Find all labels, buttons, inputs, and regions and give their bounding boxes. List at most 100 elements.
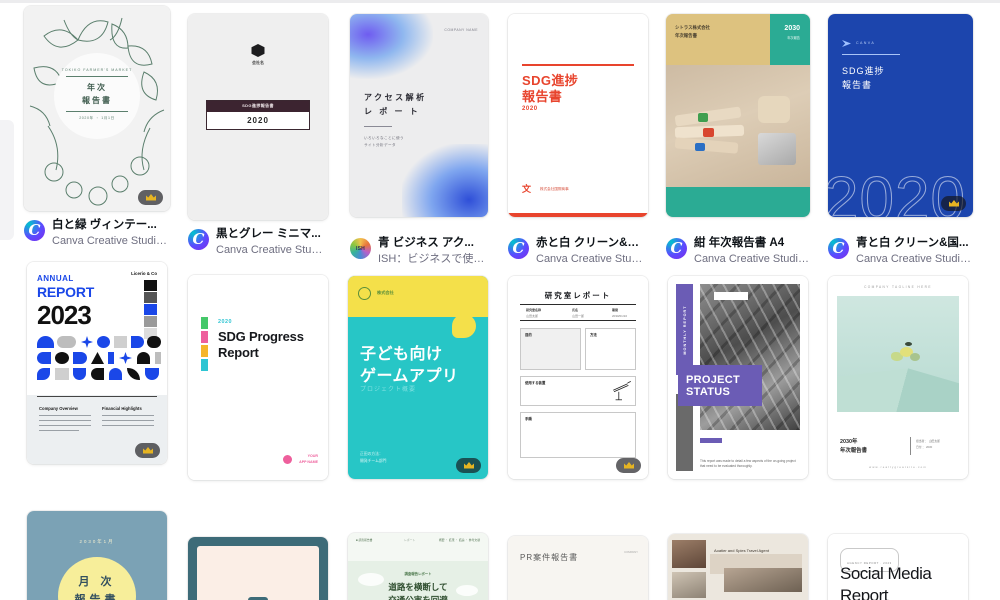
pro-crown-badge [941, 196, 966, 211]
template-thumbnail[interactable]: 株式会社 子ども向け ゲームアプリ プロジェクト概要 正田の方法： 開発チーム部… [348, 276, 488, 479]
art-line2: 年次報告書 [675, 33, 697, 38]
template-thumbnail[interactable]: SDG進捗 報告書 2020 文 株式会社国際商事 [508, 14, 648, 217]
card-author[interactable]: Canva Creative Studio... [216, 243, 328, 258]
art-logo: 株式会社 [377, 290, 394, 295]
author-avatar[interactable] [188, 229, 209, 250]
art-meta-value: 山田一郎 [572, 314, 585, 318]
art-col1: Company Overview [39, 406, 78, 411]
template-thumbnail[interactable] [188, 537, 328, 600]
art-rule-top [66, 76, 128, 77]
art-box: 目的 [520, 328, 581, 370]
pencil-tip [697, 113, 708, 122]
art-side-label: MONTHLY REPORT [682, 305, 687, 355]
art-year: 2020 [218, 319, 232, 325]
art-meta-value: 山田太郎 [526, 314, 539, 318]
card-title[interactable]: 白と緑 ヴィンテー... [52, 218, 170, 233]
author-avatar[interactable] [666, 238, 687, 259]
art-sub1: いろいろなことに使う [364, 136, 404, 140]
card-author[interactable]: Canva Creative Studio... [536, 252, 648, 267]
art-line1: 子ども向け [360, 346, 443, 363]
logo-hex-icon [251, 44, 265, 57]
template-thumbnail[interactable]: AGENCY REPORT · 2023 Social Media Report [828, 534, 968, 600]
card-meta[interactable]: 赤と白 クリーン&国... Canva Creative Studio... [508, 236, 648, 267]
card-meta[interactable]: 青と白 クリーン&国... Canva Creative Studio... [828, 236, 973, 267]
swatch [201, 345, 208, 357]
thumb-art-sdg-progress: 2020 SDG Progress Report YOUR APP NAME [188, 275, 328, 480]
card-author[interactable]: Canva Creative Studio... [52, 234, 170, 249]
art-line2: Report [840, 586, 889, 600]
art-cloud [456, 585, 478, 596]
art-accent-bar [700, 438, 722, 444]
art-sub2: サイト分析データ [364, 143, 396, 147]
art-side-band: MONTHLY REPORT [676, 284, 693, 376]
art-box: SDG進捗報告書 2020 [206, 100, 310, 130]
author-avatar[interactable] [508, 238, 529, 259]
art-line2: 報告書 [74, 594, 120, 600]
card-title[interactable]: 紺 年次報告書 A4 [694, 236, 810, 251]
art-year: 2023 [37, 300, 92, 330]
logo-circle-icon [358, 287, 371, 300]
art-photo [724, 568, 802, 592]
thumb-art-vintage-floral: TOKIKO FARMER'S MARKET 年次 報告書 2020年 ・ 1月… [24, 6, 170, 211]
template-thumbnail[interactable]: MONTHLY REPORT PROJECT STATUS This repor… [668, 276, 808, 479]
card-title[interactable]: 赤と白 クリーン&国... [536, 236, 648, 251]
swatch [144, 292, 157, 303]
art-footer1: YOUR [307, 454, 318, 458]
art-body: This report was made to detail a few asp… [700, 459, 796, 468]
author-avatar[interactable] [828, 238, 849, 259]
pro-crown-badge [456, 458, 481, 473]
swatch [201, 331, 208, 343]
swatch [144, 280, 157, 291]
swatch [144, 304, 157, 315]
art-line2: レ ポ ー ト [364, 107, 421, 116]
card-meta[interactable]: 黒とグレー ミニマ... Canva Creative Studio... [188, 227, 328, 258]
thumb-art-peach-device [188, 537, 328, 600]
card-meta[interactable]: 青 ビジネス アク... ISH：ビジネスで使える... [350, 236, 488, 267]
art-box-header: SDG進捗報告書 [207, 101, 309, 112]
swatch [201, 317, 208, 329]
template-thumbnail[interactable]: 2030年1月 月 次 報告書 [27, 511, 167, 600]
art-meta-value: 2030/01/10 [612, 314, 628, 318]
art-title: 研究室レポート [544, 291, 612, 300]
art-bottom-band [666, 186, 810, 217]
template-thumbnail[interactable]: PR案件報告書 COMPANY [508, 536, 648, 600]
card-title[interactable]: 青と白 クリーン&国... [856, 236, 973, 251]
art-meta-label: 氏名 [572, 308, 579, 312]
author-avatar[interactable] [350, 238, 371, 259]
swatch [201, 359, 208, 371]
thumb-art-lab-report: 研究室レポート 研究室名称 山田太郎 氏名 山田一郎 期間 2030/01/10… [508, 276, 648, 479]
art-cloud [358, 573, 384, 586]
template-thumbnail[interactable]: COMPANY TAGLINE HERE 2030年 年次報告書 担当者 ： 山… [828, 276, 968, 479]
card-author[interactable]: ISH：ビジネスで使える... [378, 252, 488, 267]
swatch [144, 316, 157, 327]
card-author[interactable]: Canva Creative Studio... [856, 252, 973, 267]
art-line1: シトラス株式会社 [675, 25, 711, 30]
thumb-art-red-sdg: SDG進捗 報告書 2020 文 株式会社国際商事 [508, 14, 648, 217]
art-line2: 交通公害を回避 [388, 595, 448, 600]
template-thumbnail[interactable]: TOKIKO FARMER'S MARKET 年次 報告書 2020年 ・ 1月… [24, 6, 170, 211]
template-thumbnail[interactable]: Licerio & Co ANNUAL REPORT 2023 Company … [27, 262, 167, 464]
card-title[interactable]: 青 ビジネス アク... [378, 236, 488, 251]
art-band-text: SDG進捗報告書 [242, 103, 274, 108]
art-year: 2020 [247, 116, 269, 125]
card-meta[interactable]: 白と緑 ヴィンテー... Canva Creative Studio... [24, 218, 170, 249]
card-title[interactable]: 黒とグレー ミニマ... [216, 227, 328, 242]
art-line1: SDG進捗 [842, 66, 885, 76]
art-kicker: ANNUAL [37, 274, 74, 283]
art-rule-top [522, 64, 634, 66]
template-thumbnail[interactable]: 2020 CANVA SDG進捗 報告書 [828, 14, 973, 217]
crown-icon [623, 462, 634, 469]
template-thumbnail[interactable]: シトラス株式会社 年次報告書 2030 年次報告 [666, 14, 810, 217]
card-author[interactable]: Canva Creative Studio... [694, 252, 810, 267]
template-thumbnail[interactable]: ■ 調査報告書 レポート 概要 ・ 結果 ・ 結論 ・ 参考文献 調査報告レポー… [348, 533, 488, 600]
template-thumbnail[interactable]: 会社名 SDG進捗報告書 2020 [188, 14, 328, 220]
author-avatar[interactable] [24, 220, 45, 241]
template-thumbnail[interactable]: Aoatier and Spies Travel Agent [668, 534, 808, 600]
art-title-plate: PROJECT STATUS [678, 365, 762, 406]
crown-icon [463, 462, 474, 469]
art-header-mid: レポート [404, 538, 416, 542]
template-thumbnail[interactable]: 2020 SDG Progress Report YOUR APP NAME [188, 275, 328, 480]
template-thumbnail[interactable]: COMPANY NAME アクセス解析 レ ポ ー ト いろいろなことに使う サ… [350, 14, 488, 217]
template-thumbnail[interactable]: 研究室レポート 研究室名称 山田太郎 氏名 山田一郎 期間 2030/01/10… [508, 276, 648, 479]
card-meta[interactable]: 紺 年次報告書 A4 Canva Creative Studio... [666, 236, 810, 267]
